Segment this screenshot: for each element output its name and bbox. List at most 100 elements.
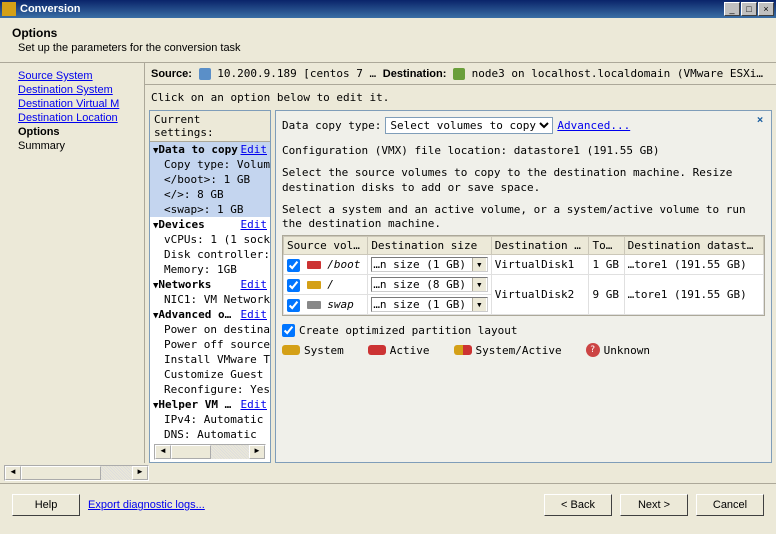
settings-item[interactable]: Memory: 1GB xyxy=(150,262,270,277)
next-button[interactable]: Next > xyxy=(620,494,688,516)
disk-icon xyxy=(307,261,321,269)
settings-item[interactable]: </>: 8 GB xyxy=(150,187,270,202)
edit-link[interactable]: Edit xyxy=(241,278,268,291)
panel-close-icon[interactable]: × xyxy=(753,113,767,127)
page-header: Options Set up the parameters for the co… xyxy=(0,18,776,63)
sidebar-scroll-left[interactable]: ◄ xyxy=(5,466,21,480)
disk-icon xyxy=(307,281,321,289)
cfg-help2: Select a system and an active volume, or… xyxy=(282,203,765,232)
detail-panel: × Data copy type: Select volumes to copy… xyxy=(275,110,772,463)
sidebar-item-options[interactable]: Options xyxy=(18,125,140,139)
legend-active: Active xyxy=(390,344,430,357)
sidebar-item-destination-location[interactable]: Destination Location xyxy=(18,111,140,125)
cancel-button[interactable]: Cancel xyxy=(696,494,764,516)
dropdown-icon[interactable]: ▾ xyxy=(472,278,486,291)
help-button[interactable]: Help xyxy=(12,494,80,516)
data-copy-select[interactable]: Select volumes to copy xyxy=(385,117,553,134)
table-row: /…n size (8 GB)▾VirtualDisk29 GB…tore1 (… xyxy=(284,275,764,295)
settings-item[interactable]: NIC1: VM Network xyxy=(150,292,270,307)
source-icon xyxy=(199,68,211,80)
dest-size-select[interactable]: …n size (1 GB)▾ xyxy=(371,257,487,272)
settings-item[interactable]: vCPUs: 1 (1 socke… xyxy=(150,232,270,247)
settings-item[interactable]: IPv4: Automatic xyxy=(150,412,270,427)
volume-checkbox[interactable] xyxy=(287,259,300,272)
volume-name: / xyxy=(327,278,334,291)
advanced-link[interactable]: Advanced... xyxy=(557,119,630,132)
source-dest-bar: Source: 10.200.9.189 [centos 7 … Destina… xyxy=(145,63,776,85)
table-header[interactable]: Destination size xyxy=(368,237,491,255)
page-title: Options xyxy=(12,26,764,40)
sidebar-item-destination-system[interactable]: Destination System xyxy=(18,83,140,97)
sidebar-item-source-system[interactable]: Source System xyxy=(18,69,140,83)
settings-section[interactable]: ▼NetworksEdit xyxy=(150,277,270,292)
dest-size-select[interactable]: …n size (8 GB)▾ xyxy=(371,277,487,292)
minimize-button[interactable]: _ xyxy=(724,2,740,16)
dest-value: node3 on localhost.localdomain (VMware E… xyxy=(472,67,763,80)
settings-tree: Current settings: ▼Data to copyEditCopy … xyxy=(149,110,271,463)
settings-header: Current settings: xyxy=(150,111,270,142)
edit-link[interactable]: Edit xyxy=(241,398,268,411)
close-button[interactable]: × xyxy=(758,2,774,16)
footer: Help Export diagnostic logs... < Back Ne… xyxy=(0,483,776,526)
settings-section[interactable]: ▼DevicesEdit xyxy=(150,217,270,232)
table-header[interactable]: To… xyxy=(589,237,624,255)
back-button[interactable]: < Back xyxy=(544,494,612,516)
settings-item[interactable]: Power on destinat… xyxy=(150,322,270,337)
wizard-sidebar: Source System Destination System Destina… xyxy=(0,63,145,463)
settings-item[interactable]: Reconfigure: Yes xyxy=(150,382,270,397)
settings-section[interactable]: ▼Advanced o…Edit xyxy=(150,307,270,322)
settings-item[interactable]: </boot>: 1 GB xyxy=(150,172,270,187)
settings-item[interactable]: Disk controller: … xyxy=(150,247,270,262)
volume-name: /boot xyxy=(327,258,360,271)
dropdown-icon[interactable]: ▾ xyxy=(472,258,486,271)
legend-unknown-icon: ? xyxy=(586,343,600,357)
disk-icon xyxy=(307,301,321,309)
sidebar-item-destination-virtual[interactable]: Destination Virtual M xyxy=(18,97,140,111)
maximize-button[interactable]: □ xyxy=(741,2,757,16)
dest-size-select[interactable]: …n size (1 GB)▾ xyxy=(371,297,487,312)
settings-item[interactable]: Power off source:… xyxy=(150,337,270,352)
legend: System Active System/Active ?Unknown xyxy=(282,343,765,357)
legend-unknown: Unknown xyxy=(604,344,650,357)
volume-checkbox[interactable] xyxy=(287,299,300,312)
cfg-location: Configuration (VMX) file location: datas… xyxy=(282,144,765,158)
settings-item[interactable]: Customize Guest O… xyxy=(150,367,270,382)
table-header[interactable]: Source vol… xyxy=(284,237,368,255)
data-copy-label: Data copy type: xyxy=(282,119,381,132)
app-icon xyxy=(2,2,16,16)
settings-item[interactable]: Copy type: Volume… xyxy=(150,157,270,172)
datastore: …tore1 (191.55 GB) xyxy=(624,255,763,275)
total-size: 9 GB xyxy=(589,275,624,315)
dropdown-icon[interactable]: ▾ xyxy=(472,298,486,311)
settings-item[interactable]: DNS: Automatic xyxy=(150,427,270,442)
sidebar-item-summary[interactable]: Summary xyxy=(18,139,140,153)
dest-label: Destination: xyxy=(383,68,447,80)
table-header[interactable]: Destination datast… xyxy=(624,237,763,255)
edit-link[interactable]: Edit xyxy=(241,218,268,231)
settings-item[interactable]: <swap>: 1 GB xyxy=(150,202,270,217)
settings-section[interactable]: ▼Data to copyEdit xyxy=(150,142,270,157)
settings-section[interactable]: ▼Helper VM …Edit xyxy=(150,397,270,412)
export-logs-link[interactable]: Export diagnostic logs... xyxy=(88,499,205,511)
scroll-left-button[interactable]: ◄ xyxy=(155,445,171,459)
volume-checkbox[interactable] xyxy=(287,279,300,292)
scroll-right-button[interactable]: ► xyxy=(249,445,265,459)
settings-item[interactable]: Install VMware To… xyxy=(150,352,270,367)
cfg-help1: Select the source volumes to copy to the… xyxy=(282,166,765,195)
click-hint: Click on an option below to edit it. xyxy=(145,85,776,110)
total-size: 1 GB xyxy=(589,255,624,275)
edit-link[interactable]: Edit xyxy=(241,308,268,321)
host-icon xyxy=(453,68,465,80)
settings-hscrollbar[interactable]: ◄ ► xyxy=(154,444,266,460)
table-header[interactable]: Destination … xyxy=(491,237,589,255)
edit-link[interactable]: Edit xyxy=(241,143,268,156)
sidebar-hscrollbar[interactable]: ◄ ► xyxy=(4,465,149,481)
dest-disk: VirtualDisk1 xyxy=(491,255,589,275)
sidebar-scroll-right[interactable]: ► xyxy=(132,466,148,480)
source-value: 10.200.9.189 [centos 7 … xyxy=(217,67,376,80)
dest-disk: VirtualDisk2 xyxy=(491,275,589,315)
create-optimized-checkbox[interactable] xyxy=(282,324,295,337)
volume-name: swap xyxy=(327,298,354,311)
scroll-thumb[interactable] xyxy=(171,445,211,459)
sidebar-scroll-thumb[interactable] xyxy=(21,466,101,480)
